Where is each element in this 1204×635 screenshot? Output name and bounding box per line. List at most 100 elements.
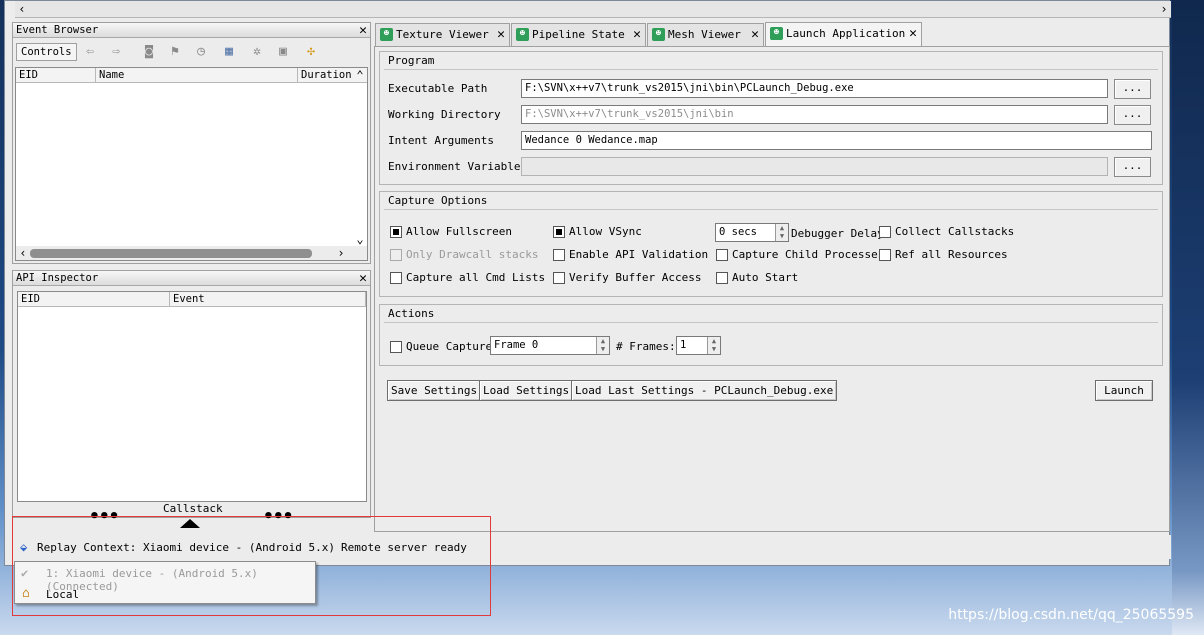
tab-label: Mesh Viewer [668, 28, 741, 41]
column-header-event[interactable]: Event [170, 292, 366, 307]
scroll-up-icon[interactable]: ⌃ [353, 68, 367, 82]
column-header-duration[interactable]: Duration [298, 68, 358, 83]
tab-pipeline-state[interactable]: ☻ Pipeline State ✕ [511, 23, 646, 46]
actions-group: Actions Queue Capture Frame 0 ▲ ▼ # Frame… [379, 304, 1163, 366]
queue-capture-checkbox[interactable]: Queue Capture [390, 340, 492, 355]
scroll-left-icon[interactable]: ‹ [15, 1, 29, 17]
close-icon[interactable]: ✕ [909, 23, 917, 45]
scroll-right-icon[interactable]: › [1157, 1, 1171, 17]
remote-status-text: Remote server ready [341, 541, 467, 554]
expand-up-icon[interactable] [180, 519, 200, 528]
menu-item-local[interactable]: Local [46, 588, 79, 601]
debugger-delay-value: 0 secs [719, 226, 757, 238]
enable-api-validation-checkbox[interactable]: Enable API Validation [553, 248, 708, 263]
environment-variables-field[interactable] [521, 157, 1108, 176]
event-table[interactable]: EID Name Duration ⌃ ⌄ ‹ › [15, 67, 368, 261]
frames-count-spinbox[interactable]: 1 ▲ ▼ [676, 336, 721, 355]
spin-arrows-icon[interactable]: ▲ ▼ [775, 224, 788, 241]
column-header-name[interactable]: Name [96, 68, 298, 83]
viewer-icon: ☻ [516, 28, 529, 41]
api-inspector-title: API Inspector [13, 271, 370, 286]
menu-item-xiaomi-device[interactable]: 1: Xiaomi device - (Android 5.x) (Connec… [46, 567, 315, 593]
api-inspector-panel: API Inspector ✕ EID Event Callstack [12, 270, 371, 518]
frames-count-value: 1 [680, 339, 687, 351]
debugger-delay-label: Debugger Delay [791, 227, 884, 240]
ref-all-resources-checkbox[interactable]: Ref all Resources [879, 248, 1008, 263]
desktop-background [1172, 0, 1204, 635]
executable-path-field[interactable]: F:\SVN\x++v7\trunk_vs2015\jni\bin\PCLaun… [521, 79, 1108, 98]
callstack-label: Callstack [163, 502, 223, 515]
replay-context-label[interactable]: Replay Context: Xiaomi device - (Android… [37, 541, 335, 554]
scroll-right-icon[interactable]: › [334, 246, 348, 260]
forward-arrow-icon[interactable]: ⇨ [107, 44, 125, 60]
edit-environment-button[interactable]: ... [1114, 157, 1151, 177]
api-event-table[interactable]: EID Event [17, 291, 367, 502]
flag-icon[interactable]: ⚑ [166, 44, 184, 60]
settings-gear-icon[interactable]: ✲ [248, 44, 266, 60]
intent-arguments-field[interactable]: Wedance 0 Wedance.map [521, 131, 1152, 150]
splitter-handle-icon[interactable]: ••• [263, 508, 293, 526]
bookmark-icon[interactable]: ▦ [220, 44, 238, 60]
tab-launch-application[interactable]: ☻ Launch Application ✕ [765, 22, 922, 46]
event-browser-toolbar: Controls ⇦ ⇨ ◙ ⚑ ◷ ▦ ✲ ▣ ✣ [14, 40, 369, 64]
replay-context-icon[interactable]: ⬙ [20, 540, 34, 554]
capture-all-cmd-lists-checkbox[interactable]: Capture all Cmd Lists [390, 271, 545, 286]
back-arrow-icon[interactable]: ⇦ [81, 44, 99, 60]
checkmark-icon: ✔ [21, 566, 29, 580]
tab-label: Texture Viewer [396, 28, 489, 41]
column-header-eid[interactable]: EID [16, 68, 96, 83]
scroll-down-icon[interactable]: ⌄ [353, 232, 367, 246]
capture-options-group: Capture Options Allow Fullscreen Allow V… [379, 191, 1163, 297]
working-directory-field[interactable]: F:\SVN\x++v7\trunk_vs2015\jni\bin [521, 105, 1108, 124]
event-table-hscrollbar[interactable]: ‹ › [16, 246, 367, 260]
allow-vsync-checkbox[interactable]: Allow VSync [553, 225, 642, 240]
controls-button[interactable]: Controls [16, 43, 77, 61]
intent-arguments-label: Intent Arguments [388, 134, 494, 147]
close-icon[interactable]: ✕ [751, 24, 759, 46]
spin-arrows-icon[interactable]: ▲ ▼ [707, 337, 720, 354]
executable-path-label: Executable Path [388, 82, 488, 95]
spin-arrows-icon[interactable]: ▲ ▼ [596, 337, 609, 354]
capture-options-title: Capture Options [388, 194, 488, 207]
tab-texture-viewer[interactable]: ☻ Texture Viewer ✕ [375, 23, 510, 46]
capture-child-processes-checkbox[interactable]: Capture Child Processes [716, 248, 884, 263]
load-last-settings-button[interactable]: Load Last Settings - PCLaunch_Debug.exe [571, 380, 838, 401]
binoculars-icon[interactable]: ◙ [140, 44, 158, 60]
scroll-left-icon[interactable]: ‹ [16, 246, 30, 260]
browse-executable-button[interactable]: ... [1114, 79, 1151, 99]
scrollbar-thumb[interactable] [30, 249, 312, 258]
save-settings-button[interactable]: Save Settings [387, 380, 482, 401]
queue-frame-spinbox[interactable]: Frame 0 ▲ ▼ [490, 336, 610, 355]
viewer-icon: ☻ [652, 28, 665, 41]
close-icon[interactable]: ✕ [633, 24, 641, 46]
clock-icon[interactable]: ◷ [192, 44, 210, 60]
tab-mesh-viewer[interactable]: ☻ Mesh Viewer ✕ [647, 23, 764, 46]
event-browser-panel: Event Browser ✕ Controls ⇦ ⇨ ◙ ⚑ ◷ ▦ ✲ ▣… [12, 22, 371, 264]
queue-frame-value: Frame 0 [494, 339, 539, 351]
allow-fullscreen-checkbox[interactable]: Allow Fullscreen [390, 225, 512, 240]
debugger-delay-spinbox[interactable]: 0 secs ▲ ▼ [715, 223, 789, 242]
program-title: Program [388, 54, 435, 67]
only-drawcall-stacks-checkbox[interactable]: Only Drawcall stacks [390, 248, 538, 263]
replay-context-menu: ✔ 1: Xiaomi device - (Android 5.x) (Conn… [14, 561, 316, 604]
working-directory-label: Working Directory [388, 108, 501, 121]
auto-start-checkbox[interactable]: Auto Start [716, 271, 798, 286]
actions-title: Actions [388, 307, 435, 320]
close-icon[interactable]: ✕ [359, 23, 367, 38]
save-icon[interactable]: ▣ [274, 44, 292, 60]
viewer-icon: ☻ [380, 28, 393, 41]
splitter-handle-icon[interactable]: ••• [89, 508, 119, 526]
collect-callstacks-checkbox[interactable]: Collect Callstacks [879, 225, 1014, 240]
divider [384, 69, 1158, 70]
browse-directory-button[interactable]: ... [1114, 105, 1151, 125]
column-header-eid[interactable]: EID [18, 292, 170, 307]
home-icon: ⌂ [22, 586, 30, 601]
top-scrollbar[interactable]: ‹ › [15, 1, 1171, 18]
puzzle-icon[interactable]: ✣ [302, 44, 320, 60]
event-browser-title: Event Browser [13, 23, 370, 38]
close-icon[interactable]: ✕ [359, 271, 367, 286]
verify-buffer-access-checkbox[interactable]: Verify Buffer Access [553, 271, 701, 286]
close-icon[interactable]: ✕ [497, 24, 505, 46]
launch-button[interactable]: Launch [1095, 380, 1153, 401]
load-settings-button[interactable]: Load Settings [479, 380, 574, 401]
